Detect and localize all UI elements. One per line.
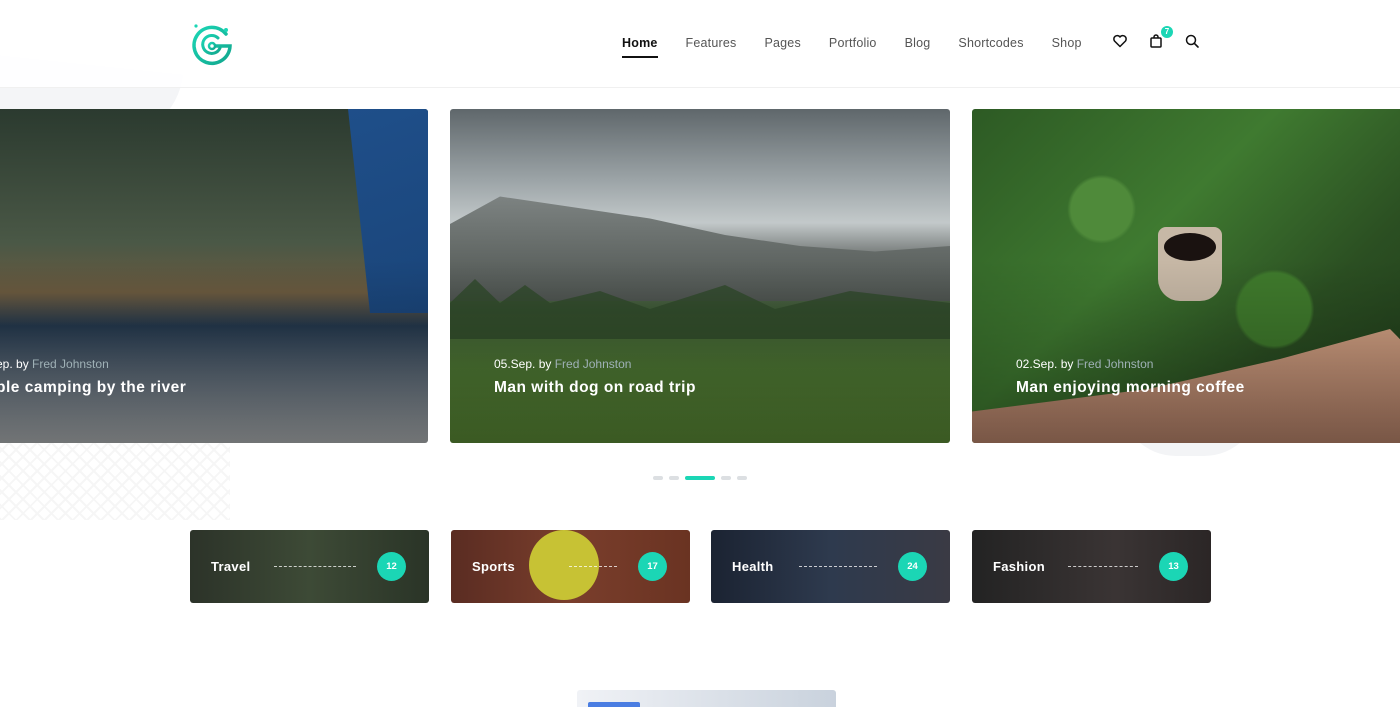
slider-dot[interactable] [669, 476, 679, 480]
post-author-link[interactable]: Fred Johnston [32, 357, 109, 371]
post-meta: ep. by Fred Johnston [0, 357, 109, 371]
post-title[interactable]: ple camping by the river [0, 379, 186, 397]
post-author-link[interactable]: Fred Johnston [555, 357, 632, 371]
post-title[interactable]: Man with dog on road trip [494, 379, 696, 397]
category-label: Sports [472, 559, 515, 574]
post-slide[interactable]: 02.Sep. by Fred Johnston Man enjoying mo… [972, 109, 1400, 443]
nav-blog[interactable]: Blog [891, 36, 945, 58]
category-count-badge: 13 [1159, 552, 1188, 581]
heart-icon [1113, 34, 1127, 48]
category-travel[interactable]: Travel 12 [190, 530, 429, 603]
nav-pages[interactable]: Pages [750, 36, 814, 58]
post-title[interactable]: Man enjoying morning coffee [1016, 379, 1245, 397]
category-fashion[interactable]: Fashion 13 [972, 530, 1211, 603]
category-count-badge: 17 [638, 552, 667, 581]
nav-home[interactable]: Home [608, 36, 672, 58]
tennis-ball-image [529, 530, 599, 600]
cart-button[interactable]: 7 [1148, 26, 1173, 49]
site-header: Home Features Pages Portfolio Blog Short… [0, 0, 1400, 88]
slider-dot[interactable] [721, 476, 731, 480]
decorative-pattern [0, 440, 230, 520]
search-button[interactable] [1184, 33, 1200, 49]
wishlist-button[interactable] [1112, 33, 1128, 49]
post-meta: 02.Sep. by Fred Johnston [1016, 357, 1154, 371]
post-slide[interactable]: 05.Sep. by Fred Johnston Man with dog on… [450, 109, 950, 443]
post-slide[interactable]: ep. by Fred Johnston ple camping by the … [0, 109, 428, 443]
cart-count-badge: 7 [1161, 26, 1173, 38]
main-nav: Home Features Pages Portfolio Blog Short… [608, 36, 1096, 58]
nav-portfolio[interactable]: Portfolio [815, 36, 891, 58]
slider-pagination [653, 476, 747, 480]
category-label: Fashion [993, 559, 1045, 574]
post-meta: 05.Sep. by Fred Johnston [494, 357, 632, 371]
nav-shop[interactable]: Shop [1038, 36, 1096, 58]
slider-dot-active[interactable] [685, 476, 715, 480]
category-count-badge: 12 [377, 552, 406, 581]
post-category-tag[interactable] [588, 702, 640, 707]
category-label: Travel [211, 559, 251, 574]
post-author-link[interactable]: Fred Johnston [1077, 357, 1154, 371]
page: Home Features Pages Portfolio Blog Short… [0, 0, 1400, 707]
slider-dot[interactable] [653, 476, 663, 480]
search-icon [1185, 34, 1199, 48]
slider-dot[interactable] [737, 476, 747, 480]
logo[interactable] [188, 20, 236, 68]
nav-features[interactable]: Features [672, 36, 751, 58]
category-health[interactable]: Health 24 [711, 530, 950, 603]
nav-shortcodes[interactable]: Shortcodes [944, 36, 1037, 58]
header-icons: 7 [1112, 26, 1200, 49]
featured-post-teaser[interactable] [577, 690, 836, 707]
category-sports[interactable]: Sports 17 [451, 530, 690, 603]
logo-icon [192, 24, 232, 66]
category-count-badge: 24 [898, 552, 927, 581]
category-label: Health [732, 559, 774, 574]
